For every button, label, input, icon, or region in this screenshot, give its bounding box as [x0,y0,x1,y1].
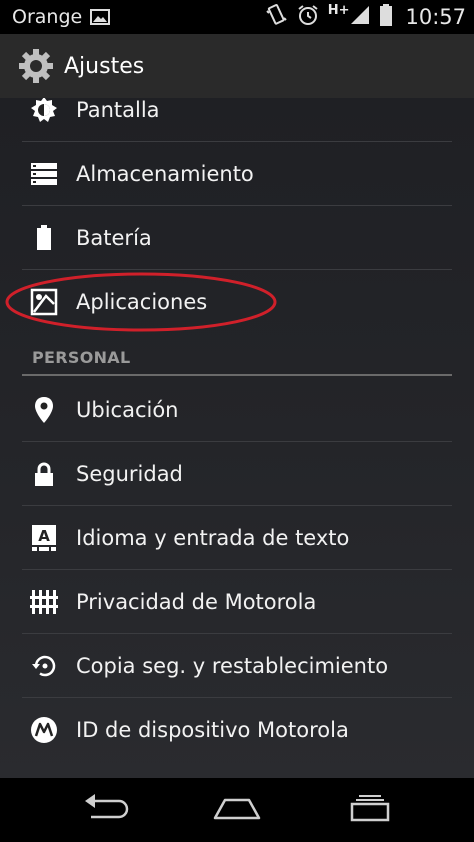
settings-item-label: Pantalla [76,98,160,122]
home-icon [211,794,263,826]
svg-text:A: A [38,527,50,545]
recents-button[interactable] [340,792,400,828]
carrier-name: Orange [12,6,83,28]
network-type: H+ [327,2,350,18]
location-pin-icon [30,396,58,424]
alarm-icon [296,3,320,31]
status-bar: Orange H+ 10:57 [0,0,474,34]
battery-icon [379,3,393,31]
settings-item-bateria[interactable]: Batería [22,206,452,270]
status-icons: H+ 10:57 [264,0,466,34]
settings-item-pantalla[interactable]: Pantalla [22,98,452,142]
settings-item-copia-seguridad[interactable]: Copia seg. y restablecimiento [22,634,452,698]
settings-item-ubicacion[interactable]: Ubicación [22,378,452,442]
motorola-logo-icon [30,716,58,744]
settings-gear-icon[interactable] [16,46,56,86]
display-brightness-icon [30,98,58,124]
section-divider [22,374,452,376]
settings-item-label: Ubicación [76,398,179,422]
settings-item-label: Privacidad de Motorola [76,590,317,614]
back-button[interactable] [75,792,135,828]
settings-item-label: Seguridad [76,462,183,486]
lock-icon [30,460,58,488]
settings-item-almacenamiento[interactable]: Almacenamiento [22,142,452,206]
action-bar: Ajustes [0,34,474,99]
settings-item-seguridad[interactable]: Seguridad [22,442,452,506]
section-header-personal: PERSONAL [22,342,452,376]
page-title: Ajustes [64,53,145,79]
fence-icon [30,588,58,616]
settings-item-id-dispositivo[interactable]: ID de dispositivo Motorola [22,698,452,762]
settings-item-label: Almacenamiento [76,162,254,186]
storage-icon [30,160,58,188]
clock: 10:57 [405,5,466,29]
signal-icon [349,4,371,30]
settings-item-label: Copia seg. y restablecimiento [76,654,389,678]
keyboard-language-icon: A [30,524,58,552]
settings-item-label: Idioma y entrada de texto [76,526,350,550]
recents-icon [346,793,394,827]
back-icon [81,793,129,827]
settings-item-label: ID de dispositivo Motorola [76,718,349,742]
section-header-label: PERSONAL [32,348,131,367]
vibrate-icon [264,3,288,31]
settings-list[interactable]: Pantalla Almacenamiento Batería Aplicaci… [0,98,474,778]
battery-icon [30,224,58,252]
settings-item-privacidad[interactable]: Privacidad de Motorola [22,570,452,634]
settings-item-idioma[interactable]: A Idioma y entrada de texto [22,506,452,570]
navigation-bar [0,778,474,842]
image-notification-icon [90,9,111,25]
highlight-ellipse [5,272,277,332]
settings-item-label: Batería [76,226,152,250]
home-button[interactable] [207,792,267,828]
backup-restore-icon [30,652,58,680]
